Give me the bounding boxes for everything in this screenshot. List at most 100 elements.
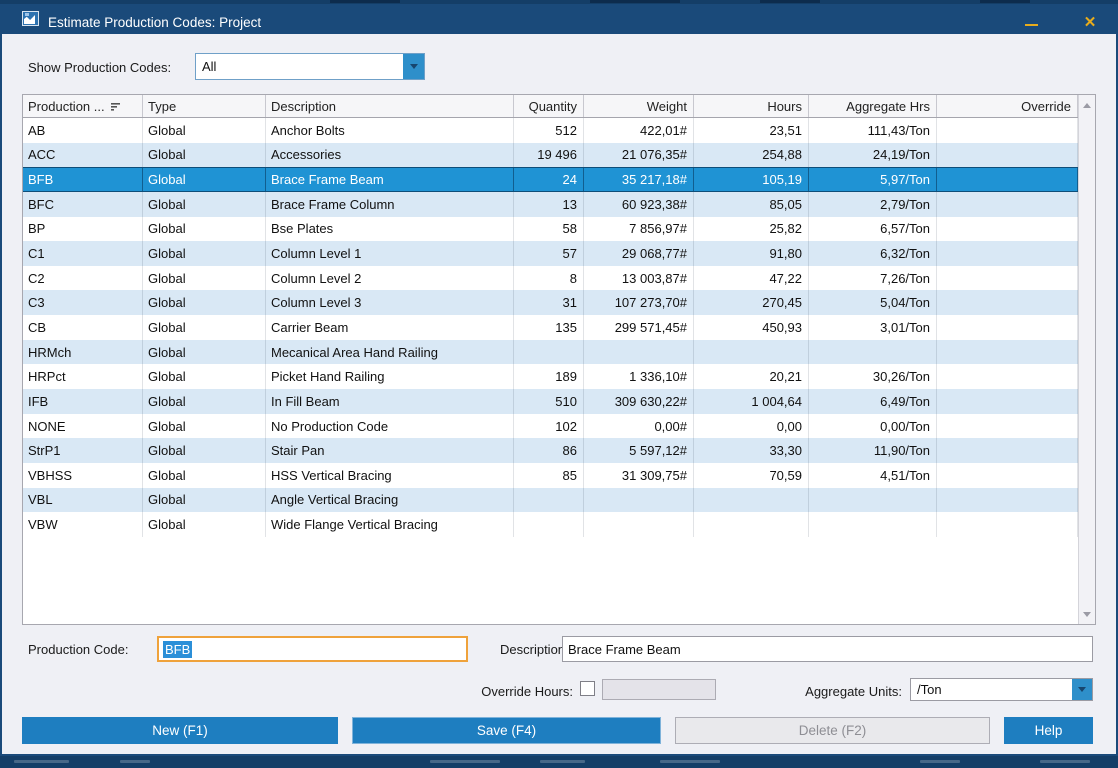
table-row[interactable]: NONEGlobalNo Production Code1020,00#0,00… (23, 414, 1078, 439)
background-window-bottom-text (540, 760, 585, 763)
cell-code: IFB (23, 389, 143, 414)
scroll-down-button[interactable] (1079, 606, 1095, 622)
chevron-down-icon (410, 64, 418, 69)
cell-quantity: 19 496 (514, 143, 584, 168)
cell-override (937, 315, 1078, 340)
cell-description: Column Level 2 (266, 266, 514, 291)
table-header-row: Production ...TypeDescriptionQuantityWei… (23, 95, 1078, 118)
cell-hours: 91,80 (694, 241, 809, 266)
column-header-weight[interactable]: Weight (584, 95, 694, 117)
cell-weight: 60 923,38# (584, 192, 694, 217)
cell-type: Global (143, 463, 266, 488)
scroll-up-button[interactable] (1079, 97, 1095, 113)
override-hours-checkbox[interactable] (580, 681, 595, 696)
table-row[interactable]: HRPctGlobalPicket Hand Railing1891 336,1… (23, 364, 1078, 389)
table-body: ABGlobalAnchor Bolts512422,01#23,51111,4… (23, 118, 1095, 537)
cell-override (937, 512, 1078, 537)
cell-type: Global (143, 217, 266, 242)
save-button[interactable]: Save (F4) (352, 717, 661, 744)
cell-aggregate: 2,79/Ton (809, 192, 937, 217)
cell-weight: 107 273,70# (584, 290, 694, 315)
aggregate-units-value: /Ton (917, 679, 942, 700)
show-production-codes-select[interactable]: All (195, 53, 425, 80)
table-row[interactable]: BPGlobalBse Plates587 856,97#25,826,57/T… (23, 217, 1078, 242)
cell-type: Global (143, 192, 266, 217)
titlebar: Estimate Production Codes: Project ✕ (0, 4, 1118, 34)
cell-code: NONE (23, 414, 143, 439)
cell-aggregate: 11,90/Ton (809, 438, 937, 463)
cell-quantity: 58 (514, 217, 584, 242)
table-row[interactable]: ABGlobalAnchor Bolts512422,01#23,51111,4… (23, 118, 1078, 143)
minimize-button[interactable] (1018, 8, 1044, 38)
cell-override (937, 192, 1078, 217)
description-field[interactable]: Brace Frame Beam (562, 636, 1093, 662)
cell-quantity: 57 (514, 241, 584, 266)
cell-aggregate: 6,32/Ton (809, 241, 937, 266)
new-button[interactable]: New (F1) (22, 717, 338, 744)
cell-hours: 70,59 (694, 463, 809, 488)
cell-code: StrP1 (23, 438, 143, 463)
help-button[interactable]: Help (1004, 717, 1093, 744)
background-window-top-edge (980, 0, 1030, 3)
cell-quantity (514, 340, 584, 365)
column-header-type[interactable]: Type (143, 95, 266, 117)
column-header-quantity[interactable]: Quantity (514, 95, 584, 117)
cell-description: Picket Hand Railing (266, 364, 514, 389)
cell-description: Stair Pan (266, 438, 514, 463)
column-header-description[interactable]: Description (266, 95, 514, 117)
table-row[interactable]: ACCGlobalAccessories19 49621 076,35#254,… (23, 143, 1078, 168)
aggregate-units-dropdown-button[interactable] (1072, 679, 1092, 700)
cell-description: Brace Frame Beam (266, 168, 514, 191)
table-row[interactable]: CBGlobalCarrier Beam135299 571,45#450,93… (23, 315, 1078, 340)
table-row[interactable]: VBWGlobalWide Flange Vertical Bracing (23, 512, 1078, 537)
production-code-value: BFB (163, 641, 192, 658)
close-button[interactable]: ✕ (1077, 8, 1103, 38)
table-row[interactable]: C3GlobalColumn Level 331107 273,70#270,4… (23, 290, 1078, 315)
cell-description: Angle Vertical Bracing (266, 488, 514, 513)
table-row[interactable]: C1GlobalColumn Level 15729 068,77#91,806… (23, 241, 1078, 266)
scroll-up-icon (1083, 103, 1091, 108)
cell-quantity: 135 (514, 315, 584, 340)
cell-weight: 35 217,18# (584, 168, 694, 191)
table-row[interactable]: VBLGlobalAngle Vertical Bracing (23, 488, 1078, 513)
aggregate-units-select[interactable]: /Ton (910, 678, 1093, 701)
screen: { "window": { "title": "Estimate Product… (0, 0, 1118, 768)
cell-quantity: 189 (514, 364, 584, 389)
background-window-bottom-text (430, 760, 500, 763)
table-row[interactable]: VBHSSGlobalHSS Vertical Bracing8531 309,… (23, 463, 1078, 488)
sort-ascending-icon (110, 101, 121, 112)
table-row[interactable]: BFCGlobalBrace Frame Column1360 923,38#8… (23, 192, 1078, 217)
delete-button[interactable]: Delete (F2) (675, 717, 990, 744)
cell-hours: 1 004,64 (694, 389, 809, 414)
override-hours-field[interactable] (602, 679, 716, 700)
table-scrollbar[interactable] (1078, 95, 1095, 624)
cell-description: Anchor Bolts (266, 118, 514, 143)
cell-override (937, 463, 1078, 488)
cell-code: HRPct (23, 364, 143, 389)
table-row[interactable]: BFBGlobalBrace Frame Beam2435 217,18#105… (23, 167, 1078, 192)
cell-weight (584, 488, 694, 513)
cell-quantity: 13 (514, 192, 584, 217)
show-production-codes-dropdown-button[interactable] (403, 54, 424, 79)
table-row[interactable]: IFBGlobalIn Fill Beam510309 630,22#1 004… (23, 389, 1078, 414)
table-row[interactable]: HRMchGlobalMecanical Area Hand Railing (23, 340, 1078, 365)
cell-code: BP (23, 217, 143, 242)
cell-description: HSS Vertical Bracing (266, 463, 514, 488)
cell-override (937, 414, 1078, 439)
cell-code: CB (23, 315, 143, 340)
cell-type: Global (143, 414, 266, 439)
column-header-code[interactable]: Production ... (23, 95, 143, 117)
column-header-aggregate[interactable]: Aggregate Hrs (809, 95, 937, 117)
window-title: Estimate Production Codes: Project (48, 8, 261, 38)
column-header-override[interactable]: Override (937, 95, 1078, 117)
table-row[interactable]: C2GlobalColumn Level 2813 003,87#47,227,… (23, 266, 1078, 291)
cell-aggregate (809, 488, 937, 513)
cell-code: C2 (23, 266, 143, 291)
cell-weight (584, 340, 694, 365)
table-row[interactable]: StrP1GlobalStair Pan865 597,12#33,3011,9… (23, 438, 1078, 463)
production-code-field[interactable]: BFB (157, 636, 468, 662)
show-production-codes-label: Show Production Codes: (28, 60, 171, 75)
column-header-hours[interactable]: Hours (694, 95, 809, 117)
cell-weight (584, 512, 694, 537)
cell-code: C3 (23, 290, 143, 315)
